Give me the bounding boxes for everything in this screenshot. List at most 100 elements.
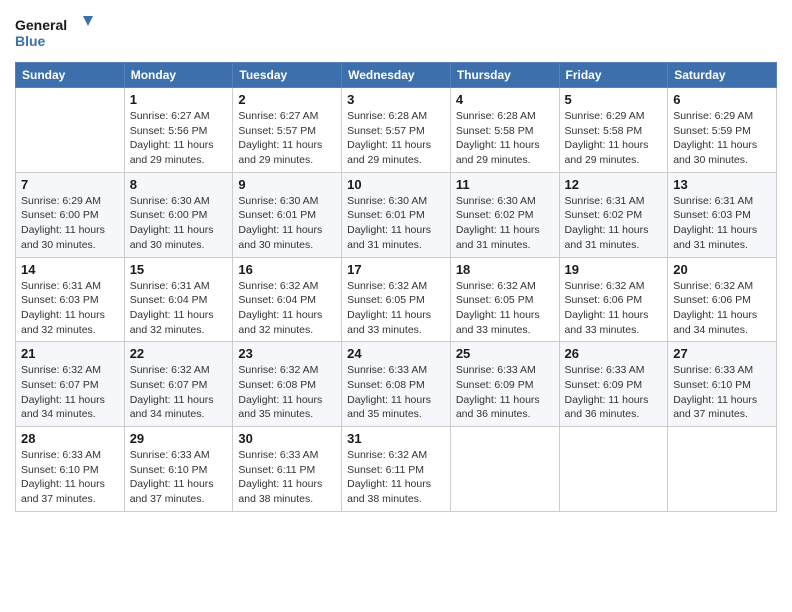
logo-svg: General Blue [15, 14, 95, 54]
day-number: 8 [130, 177, 228, 192]
day-number: 23 [238, 346, 336, 361]
day-info: Sunrise: 6:33 AM Sunset: 6:10 PM Dayligh… [673, 363, 771, 422]
day-number: 17 [347, 262, 445, 277]
week-row-5: 28 Sunrise: 6:33 AM Sunset: 6:10 PM Dayli… [16, 427, 777, 512]
day-info: Sunrise: 6:30 AM Sunset: 6:01 PM Dayligh… [238, 194, 336, 253]
day-number: 2 [238, 92, 336, 107]
day-info: Sunrise: 6:28 AM Sunset: 5:58 PM Dayligh… [456, 109, 554, 168]
day-number: 15 [130, 262, 228, 277]
calendar-cell: 23 Sunrise: 6:32 AM Sunset: 6:08 PM Dayli… [233, 342, 342, 427]
calendar-cell: 28 Sunrise: 6:33 AM Sunset: 6:10 PM Dayli… [16, 427, 125, 512]
day-number: 10 [347, 177, 445, 192]
day-number: 14 [21, 262, 119, 277]
day-info: Sunrise: 6:30 AM Sunset: 6:01 PM Dayligh… [347, 194, 445, 253]
day-info: Sunrise: 6:28 AM Sunset: 5:57 PM Dayligh… [347, 109, 445, 168]
calendar-cell: 27 Sunrise: 6:33 AM Sunset: 6:10 PM Dayli… [668, 342, 777, 427]
day-number: 13 [673, 177, 771, 192]
calendar-cell: 8Sunrise: 6:30 AM Sunset: 6:00 PM Daylig… [124, 172, 233, 257]
day-number: 18 [456, 262, 554, 277]
svg-text:General: General [15, 17, 67, 33]
week-row-2: 7Sunrise: 6:29 AM Sunset: 6:00 PM Daylig… [16, 172, 777, 257]
header-day-tuesday: Tuesday [233, 63, 342, 88]
day-number: 22 [130, 346, 228, 361]
calendar-cell: 24 Sunrise: 6:33 AM Sunset: 6:08 PM Dayli… [342, 342, 451, 427]
week-row-1: 1 Sunrise: 6:27 AM Sunset: 5:56 PM Daylig… [16, 88, 777, 173]
day-info: Sunrise: 6:32 AM Sunset: 6:06 PM Dayligh… [673, 279, 771, 338]
calendar-cell: 19Sunrise: 6:32 AM Sunset: 6:06 PM Dayli… [559, 257, 668, 342]
calendar-cell [668, 427, 777, 512]
calendar-cell: 25 Sunrise: 6:33 AM Sunset: 6:09 PM Dayli… [450, 342, 559, 427]
day-info: Sunrise: 6:27 AM Sunset: 5:56 PM Dayligh… [130, 109, 228, 168]
day-info: Sunrise: 6:31 AM Sunset: 6:03 PM Dayligh… [673, 194, 771, 253]
calendar-cell: 2 Sunrise: 6:27 AM Sunset: 5:57 PM Daylig… [233, 88, 342, 173]
calendar-cell: 3Sunrise: 6:28 AM Sunset: 5:57 PM Daylig… [342, 88, 451, 173]
day-number: 1 [130, 92, 228, 107]
day-info: Sunrise: 6:29 AM Sunset: 5:59 PM Dayligh… [673, 109, 771, 168]
day-info: Sunrise: 6:33 AM Sunset: 6:11 PM Dayligh… [238, 448, 336, 507]
calendar-cell [16, 88, 125, 173]
header-row: SundayMondayTuesdayWednesdayThursdayFrid… [16, 63, 777, 88]
day-info: Sunrise: 6:32 AM Sunset: 6:07 PM Dayligh… [130, 363, 228, 422]
day-info: Sunrise: 6:31 AM Sunset: 6:04 PM Dayligh… [130, 279, 228, 338]
calendar-cell: 7Sunrise: 6:29 AM Sunset: 6:00 PM Daylig… [16, 172, 125, 257]
day-info: Sunrise: 6:32 AM Sunset: 6:07 PM Dayligh… [21, 363, 119, 422]
header-day-monday: Monday [124, 63, 233, 88]
week-row-3: 14 Sunrise: 6:31 AM Sunset: 6:03 PM Dayli… [16, 257, 777, 342]
calendar-cell: 6 Sunrise: 6:29 AM Sunset: 5:59 PM Daylig… [668, 88, 777, 173]
header-day-wednesday: Wednesday [342, 63, 451, 88]
calendar-cell: 22 Sunrise: 6:32 AM Sunset: 6:07 PM Dayli… [124, 342, 233, 427]
day-info: Sunrise: 6:32 AM Sunset: 6:05 PM Dayligh… [456, 279, 554, 338]
calendar-cell: 14 Sunrise: 6:31 AM Sunset: 6:03 PM Dayli… [16, 257, 125, 342]
day-info: Sunrise: 6:32 AM Sunset: 6:08 PM Dayligh… [238, 363, 336, 422]
calendar-cell: 21 Sunrise: 6:32 AM Sunset: 6:07 PM Dayli… [16, 342, 125, 427]
calendar-cell: 30 Sunrise: 6:33 AM Sunset: 6:11 PM Dayli… [233, 427, 342, 512]
day-info: Sunrise: 6:32 AM Sunset: 6:04 PM Dayligh… [238, 279, 336, 338]
day-number: 6 [673, 92, 771, 107]
day-info: Sunrise: 6:33 AM Sunset: 6:10 PM Dayligh… [21, 448, 119, 507]
header-day-friday: Friday [559, 63, 668, 88]
svg-text:Blue: Blue [15, 33, 46, 49]
calendar-cell: 31Sunrise: 6:32 AM Sunset: 6:11 PM Dayli… [342, 427, 451, 512]
calendar-table: SundayMondayTuesdayWednesdayThursdayFrid… [15, 62, 777, 512]
day-number: 26 [565, 346, 663, 361]
header-day-sunday: Sunday [16, 63, 125, 88]
calendar-cell: 18 Sunrise: 6:32 AM Sunset: 6:05 PM Dayli… [450, 257, 559, 342]
day-info: Sunrise: 6:33 AM Sunset: 6:09 PM Dayligh… [456, 363, 554, 422]
calendar-cell: 12 Sunrise: 6:31 AM Sunset: 6:02 PM Dayli… [559, 172, 668, 257]
day-number: 25 [456, 346, 554, 361]
day-info: Sunrise: 6:29 AM Sunset: 6:00 PM Dayligh… [21, 194, 119, 253]
calendar-cell: 29Sunrise: 6:33 AM Sunset: 6:10 PM Dayli… [124, 427, 233, 512]
day-number: 27 [673, 346, 771, 361]
day-number: 12 [565, 177, 663, 192]
page-header: General Blue [15, 10, 777, 54]
calendar-cell: 4Sunrise: 6:28 AM Sunset: 5:58 PM Daylig… [450, 88, 559, 173]
day-info: Sunrise: 6:27 AM Sunset: 5:57 PM Dayligh… [238, 109, 336, 168]
calendar-cell: 13 Sunrise: 6:31 AM Sunset: 6:03 PM Dayli… [668, 172, 777, 257]
day-info: Sunrise: 6:31 AM Sunset: 6:03 PM Dayligh… [21, 279, 119, 338]
day-number: 28 [21, 431, 119, 446]
calendar-cell: 1 Sunrise: 6:27 AM Sunset: 5:56 PM Daylig… [124, 88, 233, 173]
calendar-cell: 5Sunrise: 6:29 AM Sunset: 5:58 PM Daylig… [559, 88, 668, 173]
day-info: Sunrise: 6:30 AM Sunset: 6:02 PM Dayligh… [456, 194, 554, 253]
calendar-cell: 17Sunrise: 6:32 AM Sunset: 6:05 PM Dayli… [342, 257, 451, 342]
header-day-saturday: Saturday [668, 63, 777, 88]
day-info: Sunrise: 6:33 AM Sunset: 6:08 PM Dayligh… [347, 363, 445, 422]
day-info: Sunrise: 6:31 AM Sunset: 6:02 PM Dayligh… [565, 194, 663, 253]
day-number: 5 [565, 92, 663, 107]
day-number: 16 [238, 262, 336, 277]
calendar-cell: 11 Sunrise: 6:30 AM Sunset: 6:02 PM Dayli… [450, 172, 559, 257]
day-number: 31 [347, 431, 445, 446]
logo: General Blue [15, 14, 95, 54]
calendar-cell: 10 Sunrise: 6:30 AM Sunset: 6:01 PM Dayli… [342, 172, 451, 257]
calendar-cell: 16 Sunrise: 6:32 AM Sunset: 6:04 PM Dayli… [233, 257, 342, 342]
day-number: 9 [238, 177, 336, 192]
day-info: Sunrise: 6:32 AM Sunset: 6:06 PM Dayligh… [565, 279, 663, 338]
day-number: 30 [238, 431, 336, 446]
calendar-cell [450, 427, 559, 512]
day-info: Sunrise: 6:33 AM Sunset: 6:10 PM Dayligh… [130, 448, 228, 507]
calendar-cell: 20Sunrise: 6:32 AM Sunset: 6:06 PM Dayli… [668, 257, 777, 342]
calendar-cell: 9 Sunrise: 6:30 AM Sunset: 6:01 PM Daylig… [233, 172, 342, 257]
day-number: 11 [456, 177, 554, 192]
day-number: 21 [21, 346, 119, 361]
day-number: 24 [347, 346, 445, 361]
